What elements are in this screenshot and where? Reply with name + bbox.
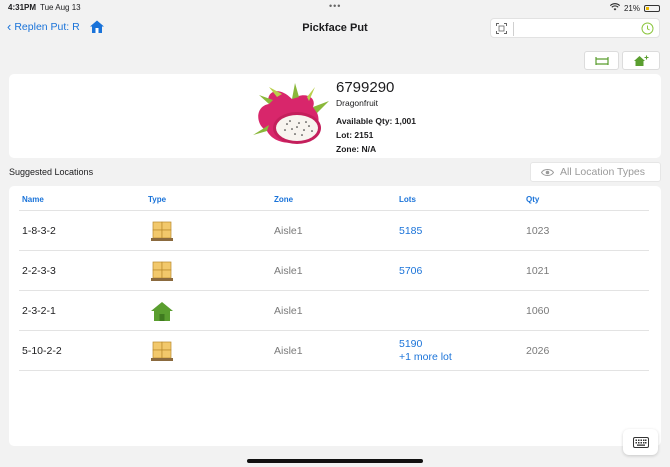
scan-icon[interactable]	[496, 23, 507, 34]
battery-icon	[644, 4, 660, 12]
status-bar: 4:31PM Tue Aug 13 ••• 21%	[0, 0, 670, 14]
pallet-icon	[151, 221, 173, 241]
dragonfruit-image	[253, 83, 329, 144]
eye-icon	[541, 168, 554, 176]
header-type[interactable]: Type	[148, 195, 166, 204]
table-row[interactable]: 5-10-2-2 Aisle1 5190 +1 more lot 2026	[19, 331, 649, 371]
location-name: 1-8-3-2	[22, 225, 56, 237]
battery-percent: 21%	[623, 3, 640, 13]
location-qty: 2026	[526, 345, 550, 357]
location-lots: 5706	[399, 265, 422, 278]
home-location-icon	[151, 302, 173, 321]
status-time: 4:31PM	[8, 3, 37, 12]
clock-icon[interactable]	[641, 22, 654, 35]
lot-link[interactable]: 5706	[399, 265, 422, 278]
product-name: Dragonfruit	[336, 98, 379, 108]
more-lots-link[interactable]: +1 more lot	[399, 351, 452, 364]
status-right: 21%	[609, 3, 660, 13]
location-name: 5-10-2-2	[22, 345, 62, 357]
available-qty: Available Qty: 1,001	[336, 116, 417, 126]
location-zone: Aisle1	[274, 345, 303, 357]
search-input[interactable]	[517, 21, 627, 36]
location-zone: Aisle1	[274, 225, 303, 237]
location-zone: Aisle1	[274, 305, 303, 317]
location-qty: 1021	[526, 265, 550, 277]
locations-table: Name Type Zone Lots Qty 1-8-3-2 Aisle1 5…	[9, 186, 661, 446]
table-row[interactable]: 2-3-2-1 Aisle1 1060	[19, 291, 649, 331]
search-divider	[513, 22, 514, 36]
search-field[interactable]	[490, 18, 660, 38]
product-sku: 6799290	[336, 79, 395, 96]
home-plus-icon	[634, 55, 649, 66]
product-lot: Lot: 2151	[336, 130, 374, 140]
pallet-icon	[151, 341, 173, 361]
pallet-icon	[151, 261, 173, 281]
table-row[interactable]: 1-8-3-2 Aisle1 5185 1023	[19, 211, 649, 251]
location-name: 2-3-2-1	[22, 305, 56, 317]
table-header: Name Type Zone Lots Qty	[19, 186, 649, 211]
section-title: Suggested Locations	[9, 167, 94, 177]
lot-link[interactable]: 5190	[399, 338, 452, 351]
location-qty: 1023	[526, 225, 550, 237]
pallet-outline-icon	[594, 56, 609, 65]
pallet-view-button[interactable]	[584, 51, 619, 70]
lot-link[interactable]: 5185	[399, 225, 422, 238]
location-qty: 1060	[526, 305, 550, 317]
product-card: 6799290 Dragonfruit Available Qty: 1,001…	[9, 74, 661, 158]
location-lots: 5190 +1 more lot	[399, 338, 452, 364]
product-zone: Zone: N/A	[336, 144, 377, 154]
home-indicator[interactable]	[247, 459, 423, 463]
keyboard-icon	[632, 436, 649, 448]
header-lots[interactable]: Lots	[399, 195, 416, 204]
location-zone: Aisle1	[274, 265, 303, 277]
table-row[interactable]: 2-2-3-3 Aisle1 5706 1021	[19, 251, 649, 291]
home-location-button[interactable]	[622, 51, 660, 70]
location-lots: 5185	[399, 225, 422, 238]
header-qty[interactable]: Qty	[526, 195, 539, 204]
filter-label: All Location Types	[560, 166, 646, 178]
multitasking-dots-icon[interactable]: •••	[329, 1, 341, 11]
location-type-filter[interactable]: All Location Types	[530, 162, 661, 182]
location-name: 2-2-3-3	[22, 265, 56, 277]
header-name[interactable]: Name	[22, 195, 44, 204]
wifi-icon	[609, 3, 621, 13]
header-zone[interactable]: Zone	[274, 195, 293, 204]
nav-bar: ‹ Replen Put: R Pickface Put	[0, 14, 670, 42]
status-date: Tue Aug 13	[40, 3, 81, 12]
keyboard-button[interactable]	[623, 429, 658, 455]
